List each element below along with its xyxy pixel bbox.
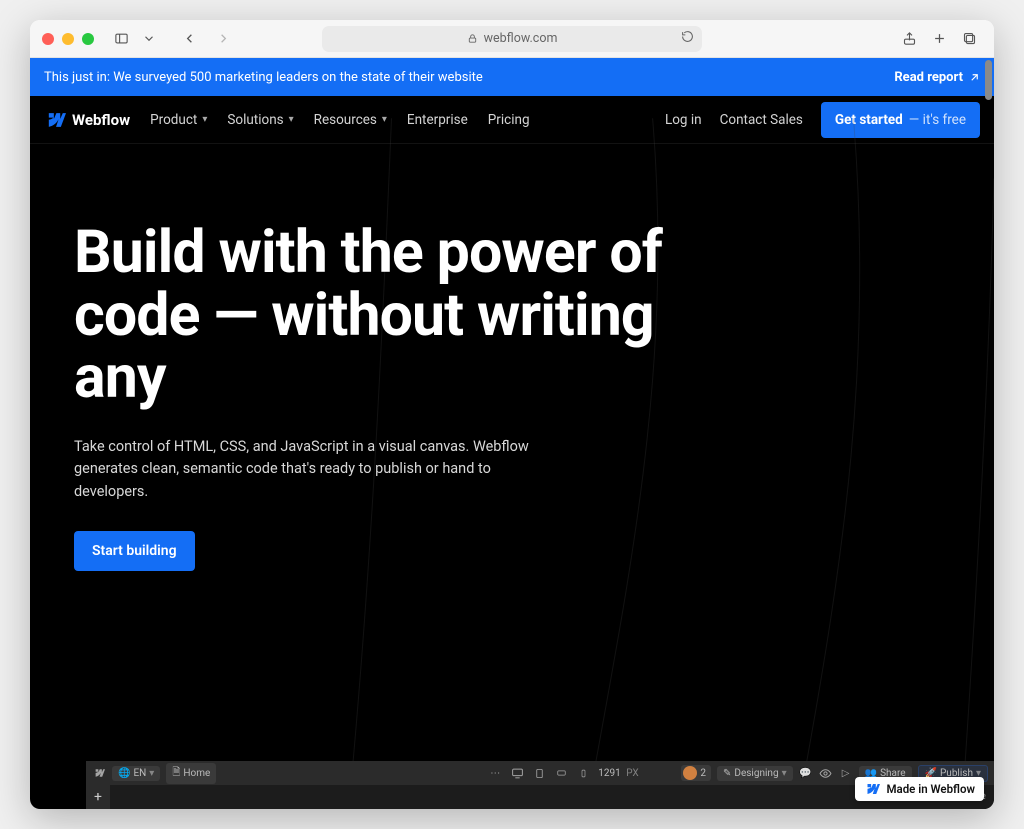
scrollbar[interactable]	[984, 58, 992, 809]
window-controls	[42, 33, 94, 45]
preview-eye-icon[interactable]	[819, 766, 833, 780]
nav-item-pricing[interactable]: Pricing	[488, 112, 530, 128]
mode-chip[interactable]: ✎ Designing ▾	[717, 766, 793, 781]
browser-toolbar: webflow.com	[30, 20, 994, 58]
share-button[interactable]	[896, 27, 922, 51]
announcement-bar: This just in: We surveyed 500 marketing …	[30, 58, 994, 96]
forward-button[interactable]	[210, 27, 236, 51]
announcement-link[interactable]: Read report	[894, 70, 980, 85]
nav-item-label: Pricing	[488, 112, 530, 128]
announcement-text: This just in: We surveyed 500 marketing …	[44, 70, 483, 85]
contact-sales-link[interactable]: Contact Sales	[720, 112, 803, 128]
site-nav: Webflow Product ▾ Solutions ▾ Resources …	[30, 96, 994, 144]
collaborators-chip[interactable]: 2	[681, 765, 711, 781]
canvas-width[interactable]: 1291 PX	[598, 768, 638, 779]
login-label: Log in	[665, 112, 702, 128]
new-tab-button[interactable]	[926, 27, 952, 51]
avatar-count: 2	[700, 768, 706, 779]
announcement-link-label: Read report	[894, 70, 963, 85]
page-label: Home	[183, 768, 210, 779]
close-window-button[interactable]	[42, 33, 54, 45]
lock-icon	[467, 33, 478, 44]
hero-heading: Build with the power of code — without w…	[74, 222, 724, 410]
minimize-window-button[interactable]	[62, 33, 74, 45]
webflow-logo-icon	[44, 113, 66, 127]
add-element-button[interactable]: +	[86, 785, 110, 809]
chevron-down-icon: ▾	[289, 114, 294, 125]
nav-item-enterprise[interactable]: Enterprise	[407, 112, 468, 128]
address-bar[interactable]: webflow.com	[322, 26, 702, 52]
hero-section: Build with the power of code — without w…	[30, 144, 994, 571]
desktop-icon[interactable]	[510, 766, 524, 780]
globe-icon: 🌐	[118, 768, 130, 779]
page-icon: 🗎	[172, 765, 180, 782]
brand-name: Webflow	[72, 111, 130, 129]
page-chip[interactable]: 🗎 Home	[166, 763, 216, 784]
mode-label: Designing	[734, 768, 778, 779]
cta-sublabel: — it's free	[909, 112, 966, 128]
canvas-width-unit: PX	[626, 768, 638, 779]
tab-overview-button[interactable]	[956, 27, 982, 51]
start-building-button[interactable]: Start building	[74, 531, 195, 571]
ellipsis-icon[interactable]: ⋯	[488, 766, 502, 780]
maximize-window-button[interactable]	[82, 33, 94, 45]
toolbar-menu-chevron-icon[interactable]	[142, 27, 156, 51]
webflow-logo-icon	[864, 784, 880, 794]
locale-chip[interactable]: 🌐 EN ▾	[112, 766, 160, 781]
nav-item-label: Solutions	[227, 112, 283, 128]
nav-item-product[interactable]: Product ▾	[150, 112, 207, 128]
contact-sales-label: Contact Sales	[720, 112, 803, 128]
mobile-landscape-icon[interactable]	[554, 766, 568, 780]
nav-item-label: Resources	[314, 112, 377, 128]
page-viewport: This just in: We surveyed 500 marketing …	[30, 58, 994, 809]
badge-label: Made in Webflow	[886, 782, 975, 796]
brand-logo[interactable]: Webflow	[44, 111, 130, 129]
mobile-icon[interactable]	[576, 766, 590, 780]
locale-label: EN	[133, 768, 146, 779]
reload-button[interactable]	[681, 30, 694, 47]
login-link[interactable]: Log in	[665, 112, 702, 128]
get-started-button[interactable]: Get started — it's free	[821, 102, 980, 138]
address-bar-host: webflow.com	[484, 31, 558, 46]
nav-item-label: Enterprise	[407, 112, 468, 128]
pencil-icon: ✎	[723, 768, 731, 779]
nav-item-solutions[interactable]: Solutions ▾	[227, 112, 293, 128]
made-in-webflow-badge[interactable]: Made in Webflow	[855, 777, 984, 801]
tablet-icon[interactable]	[532, 766, 546, 780]
back-button[interactable]	[176, 27, 202, 51]
avatar-icon	[683, 766, 697, 780]
canvas-width-value: 1291	[598, 768, 620, 779]
nav-item-resources[interactable]: Resources ▾	[314, 112, 387, 128]
webflow-glyph-icon[interactable]	[92, 766, 106, 780]
hero-subtext: Take control of HTML, CSS, and JavaScrip…	[74, 436, 534, 503]
chevron-down-icon: ▾	[202, 114, 207, 125]
nav-item-label: Product	[150, 112, 197, 128]
play-icon[interactable]: ▷	[839, 766, 853, 780]
start-building-label: Start building	[92, 543, 177, 559]
scrollbar-thumb[interactable]	[985, 60, 992, 100]
browser-window: webflow.com This just in:	[30, 20, 994, 809]
sidebar-toggle-button[interactable]	[108, 27, 134, 51]
comment-icon[interactable]: 💬	[799, 766, 813, 780]
breakpoint-controls: ⋯ 1291 PX	[488, 766, 638, 780]
arrow-up-right-icon	[969, 72, 980, 83]
cta-label: Get started	[835, 112, 903, 128]
chevron-down-icon: ▾	[382, 114, 387, 125]
